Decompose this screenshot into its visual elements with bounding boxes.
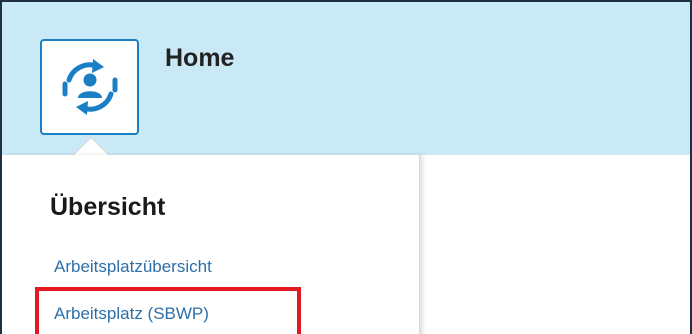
header-band: Home — [2, 2, 690, 155]
section-title: Übersicht — [50, 193, 166, 221]
person-refresh-icon — [62, 59, 117, 115]
menu-link-arbeitsplatzuebersicht[interactable]: Arbeitsplatzübersicht — [54, 256, 212, 278]
home-app-tile[interactable] — [40, 39, 139, 135]
menu-panel: Übersicht Arbeitsplatzübersicht Arbeitsp… — [2, 155, 420, 334]
app-window: Home Übersicht Arbeitsplatzübersicht Arb… — [0, 0, 692, 334]
menu-link-arbeitsplatz-sbwp[interactable]: Arbeitsplatz (SBWP) — [54, 303, 209, 325]
page-title: Home — [165, 44, 235, 72]
